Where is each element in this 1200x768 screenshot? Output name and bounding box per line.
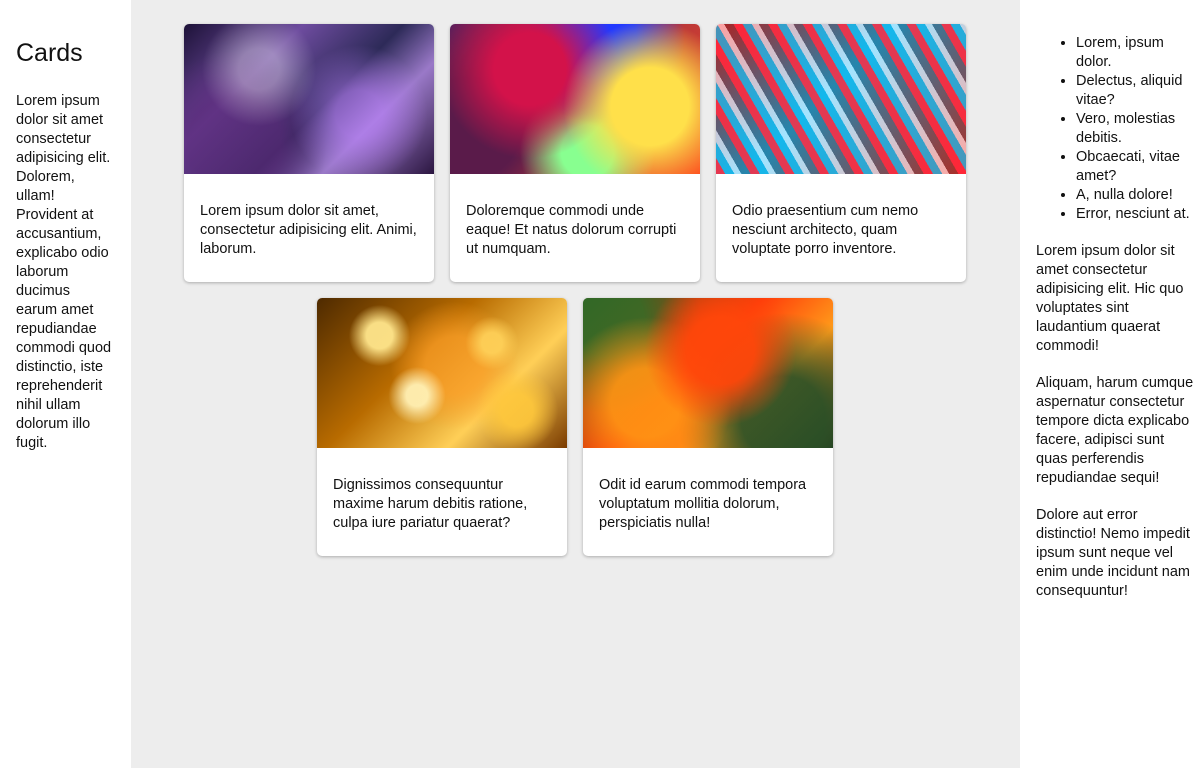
- right-paragraph: Dolore aut error distinctio! Nemo impedi…: [1036, 507, 1190, 599]
- card: Odit id earum commodi tempora voluptatum…: [583, 298, 833, 556]
- card-text: Doloremque commodi unde eaque! Et natus …: [466, 203, 677, 257]
- card-image: [583, 298, 833, 448]
- page-title: Cards: [16, 39, 83, 67]
- card: Doloremque commodi unde eaque! Et natus …: [450, 24, 700, 282]
- card-image: [184, 24, 434, 174]
- right-paragraph: Aliquam, harum cumque aspernatur consect…: [1036, 375, 1194, 486]
- right-sidebar: Lorem, ipsum dolor. Delectus, aliquid vi…: [1020, 0, 1200, 768]
- card: Lorem ipsum dolor sit amet, consectetur …: [184, 24, 434, 282]
- list-item: Delectus, aliquid vitae?: [1076, 72, 1200, 110]
- list-item: A, nulla dolore!: [1076, 186, 1200, 205]
- right-paragraph: Lorem ipsum dolor sit amet consectetur a…: [1036, 243, 1184, 354]
- left-paragraph: Lorem ipsum dolor sit amet consectetur a…: [16, 93, 112, 451]
- cards-area: Lorem ipsum dolor sit amet, consectetur …: [131, 0, 1020, 768]
- list-item: Error, nesciunt at.: [1076, 205, 1200, 224]
- card-text: Lorem ipsum dolor sit amet, consectetur …: [200, 203, 417, 257]
- card-image: [716, 24, 966, 174]
- card-image: [317, 298, 567, 448]
- bullet-list: Lorem, ipsum dolor. Delectus, aliquid vi…: [1036, 34, 1200, 224]
- list-item: Obcaecati, vitae amet?: [1076, 148, 1200, 186]
- card-image: [450, 24, 700, 174]
- page-layout: Cards Lorem ipsum dolor sit amet consect…: [0, 0, 1200, 768]
- card: Dignissimos consequuntur maxime harum de…: [317, 298, 567, 556]
- list-item: Vero, molestias debitis.: [1076, 110, 1200, 148]
- card-text: Odio praesentium cum nemo nesciunt archi…: [732, 203, 919, 257]
- list-item: Lorem, ipsum dolor.: [1076, 34, 1200, 72]
- card-text: Dignissimos consequuntur maxime harum de…: [333, 477, 528, 531]
- card-text: Odit id earum commodi tempora voluptatum…: [599, 477, 807, 531]
- card: Odio praesentium cum nemo nesciunt archi…: [716, 24, 966, 282]
- left-sidebar: Cards Lorem ipsum dolor sit amet consect…: [0, 0, 131, 768]
